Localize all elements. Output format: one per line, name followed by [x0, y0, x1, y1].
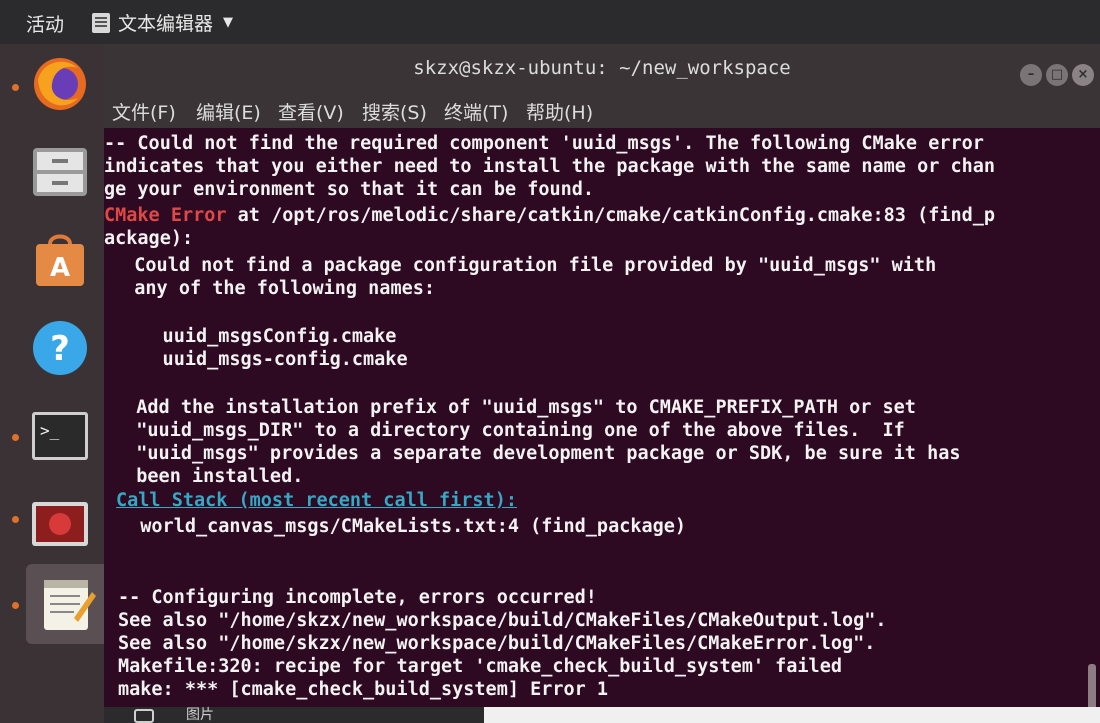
output-line: uuid_msgsConfig.cmake — [118, 326, 397, 347]
output-line: Add the installation prefix of "uuid_msg… — [114, 397, 916, 418]
output-line: See also "/home/skzx/new_workspace/build… — [118, 633, 876, 654]
app-menu-label: 文本编辑器 — [118, 13, 214, 35]
output-line: ge your environment so that it can be fo… — [104, 179, 595, 200]
menu-help[interactable]: 帮助(H) — [526, 98, 593, 125]
menu-search[interactable]: 搜索(S) — [362, 98, 427, 125]
window-title: skzx@skzx-ubuntu: ~/new_workspace — [413, 57, 791, 79]
output-line: "uuid_msgs_DIR" to a directory containin… — [114, 420, 905, 441]
output-line: -- Could not find the required component… — [104, 133, 984, 154]
output-line: world_canvas_msgs/CMakeLists.txt:4 (find… — [118, 516, 687, 537]
output-line: ackage): — [104, 228, 194, 249]
pictures-label: 图片 — [186, 707, 214, 723]
dock-item-files[interactable] — [30, 142, 90, 202]
running-indicator — [12, 516, 19, 523]
dock-item-firefox[interactable] — [30, 54, 90, 114]
app-menu[interactable]: 文本编辑器 ▼ — [92, 9, 233, 36]
firefox-icon — [34, 58, 86, 110]
menu-terminal[interactable]: 终端(T) — [444, 98, 508, 125]
dock-item-screen-recorder[interactable] — [30, 494, 90, 554]
dock-item-text-editor[interactable] — [26, 564, 110, 644]
chevron-down-icon: ▼ — [223, 15, 234, 30]
error-label: CMake Error — [104, 205, 227, 226]
terminal-output[interactable]: -- Could not find the required component… — [104, 128, 1100, 723]
output-line: been installed. — [114, 466, 304, 487]
menu-bar: 文件(F) 编辑(E) 查看(V) 搜索(S) 终端(T) 帮助(H) — [104, 90, 1100, 128]
notepad-icon — [44, 580, 96, 630]
error-location: at /opt/ros/melodic/share/catkin/cmake/c… — [237, 205, 996, 226]
output-line: uuid_msgs-config.cmake — [118, 349, 408, 370]
help-icon: ? — [33, 321, 87, 375]
dock: A ? >_ — [0, 44, 110, 723]
output-line: make: *** [cmake_check_build_system] Err… — [118, 679, 609, 700]
svg-text:>_: >_ — [40, 421, 60, 440]
title-bar[interactable]: skzx@skzx-ubuntu: ~/new_workspace – □ × — [104, 44, 1100, 90]
output-line: any of the following names: — [112, 278, 436, 299]
svg-text:A: A — [50, 253, 70, 283]
menu-file[interactable]: 文件(F) — [112, 98, 176, 125]
output-line-error: CMake Error at /opt/ros/melodic/share/ca… — [104, 204, 995, 227]
menu-edit[interactable]: 编辑(E) — [196, 98, 261, 125]
output-line: "uuid_msgs" provides a separate developm… — [114, 443, 961, 464]
maximize-button[interactable]: □ — [1046, 64, 1068, 86]
output-line: Makefile:320: recipe for target 'cmake_c… — [118, 656, 842, 677]
top-panel: 活动 文本编辑器 ▼ — [0, 0, 1100, 44]
terminal-window: skzx@skzx-ubuntu: ~/new_workspace – □ × … — [104, 44, 1100, 723]
output-line: indicates that you either need to instal… — [104, 156, 996, 177]
shopping-bag-icon: A — [36, 234, 84, 286]
file-cabinet-icon — [33, 148, 87, 196]
output-line: See also "/home/skzx/new_workspace/build… — [118, 610, 887, 631]
terminal-icon: >_ — [32, 412, 88, 460]
dock-item-terminal[interactable]: >_ — [30, 406, 90, 466]
activities-button[interactable]: 活动 — [26, 10, 64, 37]
running-indicator — [12, 84, 19, 91]
running-indicator — [12, 434, 19, 441]
svg-text:?: ? — [50, 329, 70, 369]
text-editor-icon — [92, 12, 110, 33]
dock-item-help[interactable]: ? — [30, 318, 90, 378]
background-edge — [484, 707, 1100, 723]
call-stack-link[interactable]: Call Stack (most recent call first): — [116, 489, 517, 512]
minimize-button[interactable]: – — [1020, 64, 1042, 86]
red-record-icon — [32, 502, 88, 546]
bottom-bar — [104, 707, 484, 723]
camera-icon — [134, 709, 154, 723]
output-line: -- Configuring incomplete, errors occurr… — [118, 587, 597, 608]
dock-item-software[interactable]: A — [30, 230, 90, 290]
close-button[interactable]: × — [1072, 64, 1094, 86]
menu-view[interactable]: 查看(V) — [278, 98, 344, 125]
running-indicator — [12, 602, 19, 609]
output-line: Could not find a package configuration f… — [112, 255, 937, 276]
